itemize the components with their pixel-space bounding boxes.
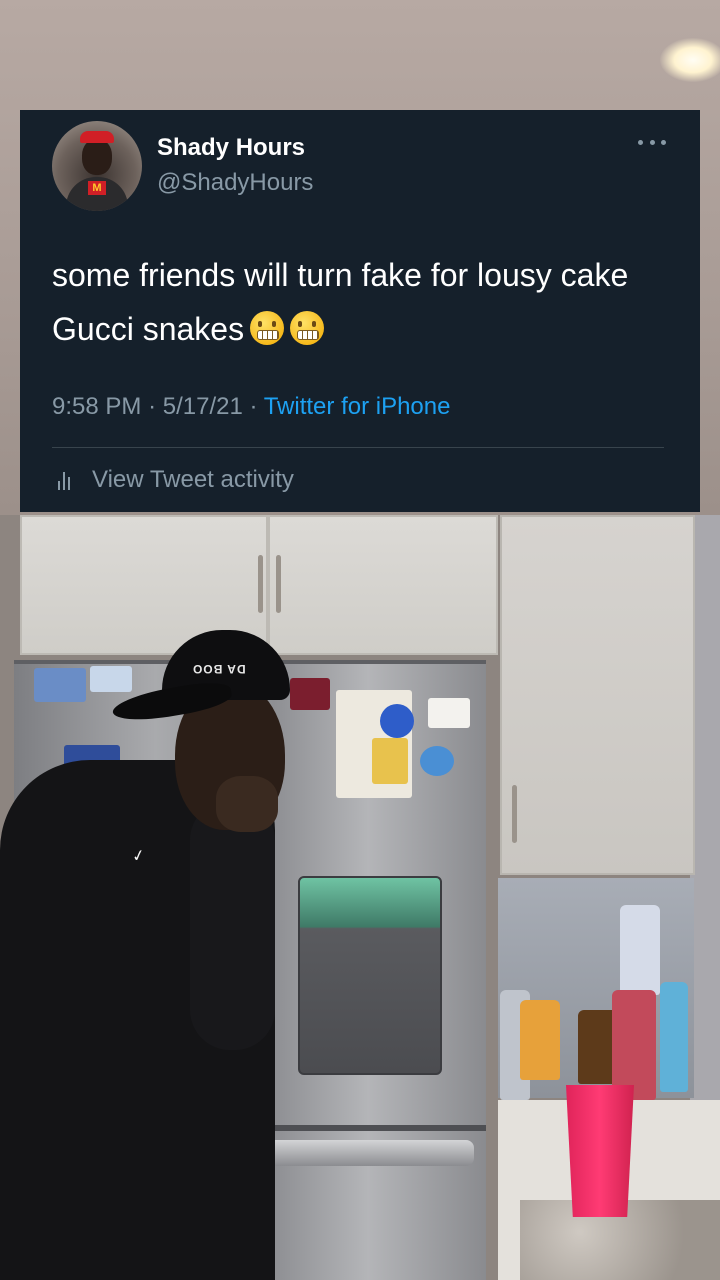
cabinet-handle	[512, 785, 517, 843]
fridge-magnet	[34, 668, 86, 702]
avatar-hat	[80, 131, 114, 143]
bottle	[520, 1000, 560, 1080]
avatar[interactable]: M	[52, 121, 142, 211]
upper-cabinet-right	[268, 515, 498, 655]
tall-cabinet	[500, 515, 695, 875]
tweet-text: some friends will turn fake for lousy ca…	[52, 248, 662, 356]
tweet-time: 9:58 PM	[52, 393, 142, 420]
tweet-source-link[interactable]: Twitter for iPhone	[264, 393, 451, 420]
avatar-face	[82, 139, 112, 175]
fridge-magnet	[420, 746, 454, 776]
pink-cup	[566, 1085, 634, 1217]
fridge-magnet	[380, 704, 414, 738]
video-frame: DA BOO ✓ M Shady Hours @ShadyHours some …	[0, 0, 720, 1280]
meta-separator: ·	[148, 393, 157, 420]
tweet-metadata: 9:58 PM · 5/17/21 · Twitter for iPhone	[52, 393, 450, 421]
divider	[52, 447, 664, 448]
fridge-magnet	[290, 678, 330, 710]
more-dot	[661, 139, 666, 145]
cabinet-handle	[276, 555, 281, 613]
bottle	[612, 990, 656, 1100]
bottle	[620, 905, 660, 995]
fridge-photo	[428, 698, 470, 728]
grimacing-face-icon	[250, 311, 285, 345]
fridge-note	[372, 738, 408, 784]
cabinet-handle	[258, 555, 263, 613]
person-hand	[216, 776, 278, 832]
baseball-cap: DA BOO	[110, 630, 292, 727]
view-tweet-activity-button[interactable]: View Tweet activity	[52, 466, 294, 494]
more-dot	[649, 139, 655, 145]
water-dispenser	[298, 876, 442, 1075]
tweet-date: 5/17/21	[162, 393, 243, 420]
tweet-body: some friends will turn fake for lousy ca…	[52, 257, 629, 347]
person-arm	[190, 800, 275, 1050]
bottle	[660, 982, 688, 1092]
user-handle[interactable]: @ShadyHours	[157, 169, 313, 197]
avatar-logo: M	[88, 181, 106, 195]
meta-separator: ·	[249, 393, 258, 420]
cap-embroidery: DA BOO	[192, 662, 246, 676]
more-horizontal-icon[interactable]	[638, 130, 666, 154]
display-name[interactable]: Shady Hours	[157, 134, 305, 162]
grimacing-face-icon	[290, 311, 325, 345]
activity-label: View Tweet activity	[92, 466, 294, 493]
ceiling-light	[660, 38, 720, 82]
more-dot	[638, 139, 643, 145]
tweet-card: M Shady Hours @ShadyHours some friends w…	[20, 110, 700, 512]
bar-chart-icon	[58, 470, 78, 490]
